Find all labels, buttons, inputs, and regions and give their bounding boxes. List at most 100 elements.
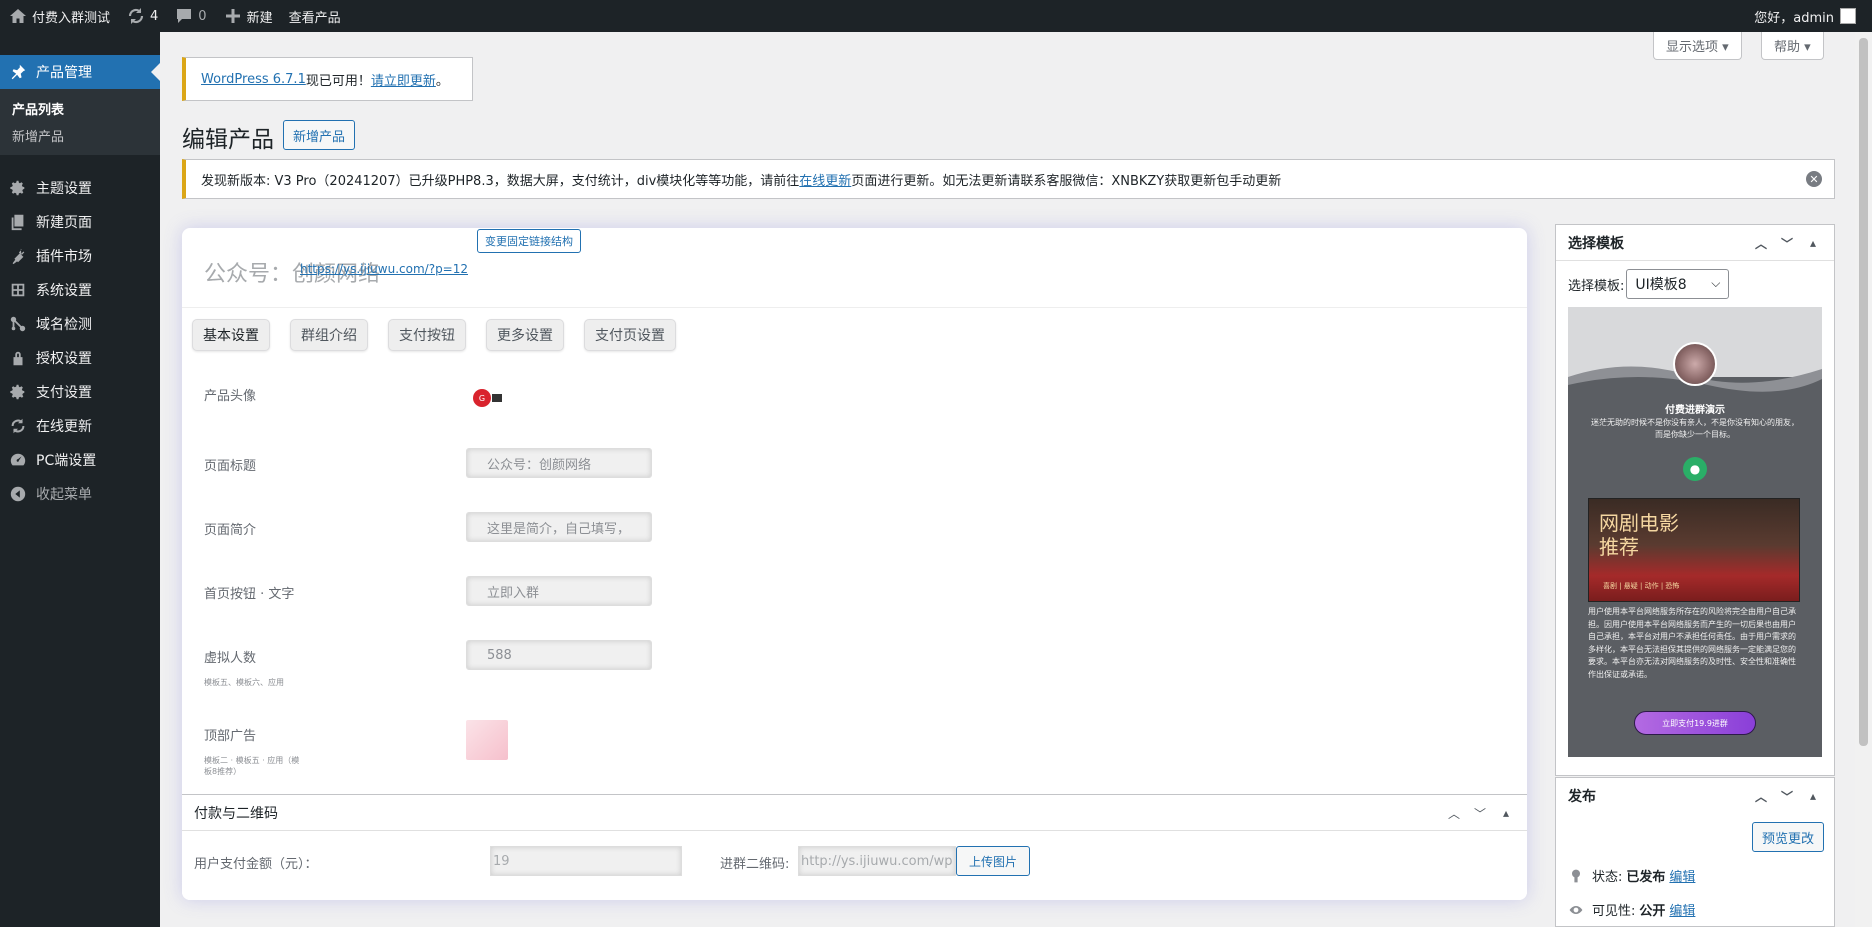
- menu-label: 主题设置: [36, 181, 92, 197]
- tab-basic-settings[interactable]: 基本设置: [192, 319, 270, 351]
- submenu: 产品列表 新增产品: [0, 89, 160, 155]
- button-text-input[interactable]: 立即入群: [466, 576, 652, 606]
- screen-options-button[interactable]: 显示选项 ▾: [1653, 32, 1742, 60]
- status-value: 已发布: [1626, 870, 1666, 885]
- tab-pay-button[interactable]: 支付按钮: [388, 319, 466, 351]
- page-intro-input[interactable]: 这里是简介，自己填写，: [466, 512, 652, 542]
- visibility-value: 公开: [1639, 904, 1666, 919]
- my-account[interactable]: 您好，admin: [1754, 0, 1856, 32]
- menu-payment-settings[interactable]: 支付设置: [0, 375, 160, 409]
- box-controls: ︿ ﹀ ▴: [1748, 235, 1826, 251]
- notice-text-after: 页面进行更新。如无法更新请联系客服微信：XNBKZY获取更新包手动更新: [851, 173, 1282, 189]
- toggle-panel-icon[interactable]: ▴: [1800, 235, 1826, 251]
- visibility-edit-link[interactable]: 编辑: [1669, 900, 1695, 919]
- preview-pay-button: 立即支付19.9进群: [1634, 711, 1756, 735]
- page-scrollbar[interactable]: [1855, 32, 1872, 927]
- qr-url-input[interactable]: http://ys.ijiuwu.com/wp: [798, 846, 956, 876]
- update-icon: [11, 418, 25, 434]
- menu-new-page[interactable]: 新建页面: [0, 205, 160, 239]
- pin-icon: [11, 64, 26, 80]
- payment-box-header[interactable]: 付款与二维码 ︿ ﹀ ▴: [182, 795, 1527, 831]
- visibility-row: 可见性: 公开 编辑: [1568, 900, 1695, 919]
- menu-domain-check[interactable]: 域名检测: [0, 307, 160, 341]
- submenu-add-product[interactable]: 新增产品: [0, 122, 160, 149]
- dismiss-icon[interactable]: ✕: [1806, 171, 1822, 187]
- top-ad-image[interactable]: [466, 720, 508, 760]
- new-label: 新建: [246, 10, 273, 26]
- svg-text:G: G: [479, 394, 485, 403]
- toggle-panel-icon[interactable]: ▴: [1493, 805, 1519, 821]
- template-box-title: 选择模板: [1568, 235, 1624, 252]
- new-content-link[interactable]: 新建: [215, 0, 281, 32]
- update-now-link[interactable]: 请立即更新: [371, 70, 436, 89]
- permalink-link[interactable]: https://ys.ijiuwu.com/?p=12: [300, 262, 468, 276]
- settings-tabs: 基本设置 群组介绍 支付按钮 更多设置 支付页设置: [192, 319, 696, 351]
- menu-collapse[interactable]: 收起菜单: [0, 477, 160, 511]
- box-controls: ︿ ﹀ ▴: [1748, 788, 1826, 804]
- menu-label: 域名检测: [36, 317, 92, 333]
- menu-online-update[interactable]: 在线更新: [0, 409, 160, 443]
- notice-end: 。: [435, 73, 449, 89]
- move-up-icon[interactable]: ︿: [1441, 805, 1467, 821]
- menu-label: PC端设置: [36, 453, 97, 469]
- add-new-product-button[interactable]: 新增产品: [283, 120, 356, 150]
- menu-license-settings[interactable]: 授权设置: [0, 341, 160, 375]
- title-area: 公众号：创颜网络 https://ys.ijiuwu.com/?p=12 变更固…: [182, 228, 1527, 308]
- template-select[interactable]: UI模板8 ⌵: [1626, 269, 1730, 299]
- template-box-header[interactable]: 选择模板 ︿ ﹀ ▴: [1556, 225, 1834, 261]
- help-button[interactable]: 帮助 ▾: [1761, 32, 1824, 60]
- preview-banner: 网剧电影 推荐 喜剧 | 悬疑 | 动作 | 恐怖: [1588, 498, 1800, 602]
- online-update-link[interactable]: 在线更新: [799, 170, 851, 189]
- page-title: 编辑产品: [182, 127, 274, 153]
- preview-changes-button[interactable]: 预览更改: [1751, 822, 1824, 852]
- toggle-panel-icon[interactable]: ▴: [1800, 788, 1826, 804]
- view-product-link[interactable]: 查看产品: [281, 0, 349, 32]
- banner-subtitle: 喜剧 | 悬疑 | 动作 | 恐怖: [1603, 582, 1680, 590]
- move-up-icon[interactable]: ︿: [1748, 235, 1774, 251]
- top-ad-label: 顶部广告: [204, 729, 257, 744]
- pages-icon: [11, 214, 24, 231]
- version-notice: 发现新版本: V3 Pro（20241207）已升级PHP8.3，数据大屏，支付…: [182, 159, 1835, 199]
- tab-more-settings[interactable]: 更多设置: [486, 319, 564, 351]
- eye-icon: [1569, 905, 1583, 914]
- chevron-down-icon: ⌵: [1711, 276, 1721, 290]
- menu-system-settings[interactable]: 系统设置: [0, 273, 160, 307]
- menu-plugin-market[interactable]: 插件市场: [0, 239, 160, 273]
- wordpress-version-link[interactable]: WordPress 6.7.1: [201, 72, 306, 87]
- comments-link[interactable]: 0: [166, 0, 214, 32]
- menu-theme-settings[interactable]: 主题设置: [0, 171, 160, 205]
- tab-pay-page-settings[interactable]: 支付页设置: [584, 319, 676, 351]
- move-down-icon[interactable]: ﹀: [1774, 788, 1800, 804]
- comments-count: 0: [198, 8, 207, 24]
- change-permalink-button[interactable]: 变更固定链接结构: [477, 229, 581, 253]
- status-edit-link[interactable]: 编辑: [1669, 866, 1695, 885]
- menu-label: 授权设置: [36, 351, 92, 367]
- grid-icon: [11, 283, 25, 297]
- submenu-product-list[interactable]: 产品列表: [0, 95, 160, 122]
- tab-group-intro[interactable]: 群组介绍: [290, 319, 368, 351]
- amount-input[interactable]: 19: [490, 846, 682, 876]
- menu-product-management[interactable]: 产品管理: [0, 55, 160, 89]
- virtual-count-input[interactable]: 588: [466, 640, 652, 670]
- upload-image-button[interactable]: 上传图片: [956, 846, 1030, 876]
- menu-label: 支付设置: [36, 385, 92, 401]
- admin-sidebar: 产品管理 产品列表 新增产品 主题设置 新建页面 插件市场 系统设置 域名检测 …: [0, 32, 160, 927]
- updates-link[interactable]: 4: [118, 0, 166, 32]
- updates-icon: [128, 8, 144, 24]
- page-title-input[interactable]: 公众号：创颜网络: [466, 448, 652, 478]
- product-avatar-image[interactable]: G: [472, 386, 506, 410]
- notice-text: 现已可用！: [305, 73, 371, 89]
- site-name-link[interactable]: 付费入群测试: [0, 0, 118, 32]
- plus-icon: [225, 9, 240, 23]
- move-up-icon[interactable]: ︿: [1748, 788, 1774, 804]
- product-editor: 公众号：创颜网络 https://ys.ijiuwu.com/?p=12 变更固…: [182, 228, 1527, 900]
- menu-pc-settings[interactable]: PC端设置: [0, 443, 160, 477]
- scrollbar-thumb[interactable]: [1859, 38, 1868, 746]
- visibility-label: 可见性:: [1592, 904, 1636, 919]
- top-ad-hint: 模板二 · 模板五 · 应用（模板8推荐）: [204, 756, 300, 776]
- box-controls: ︿ ﹀ ▴: [1441, 805, 1519, 821]
- gear-icon: [10, 180, 25, 196]
- publish-box-header[interactable]: 发布 ︿ ﹀ ▴: [1556, 778, 1834, 814]
- move-down-icon[interactable]: ﹀: [1467, 805, 1493, 821]
- move-down-icon[interactable]: ﹀: [1774, 235, 1800, 251]
